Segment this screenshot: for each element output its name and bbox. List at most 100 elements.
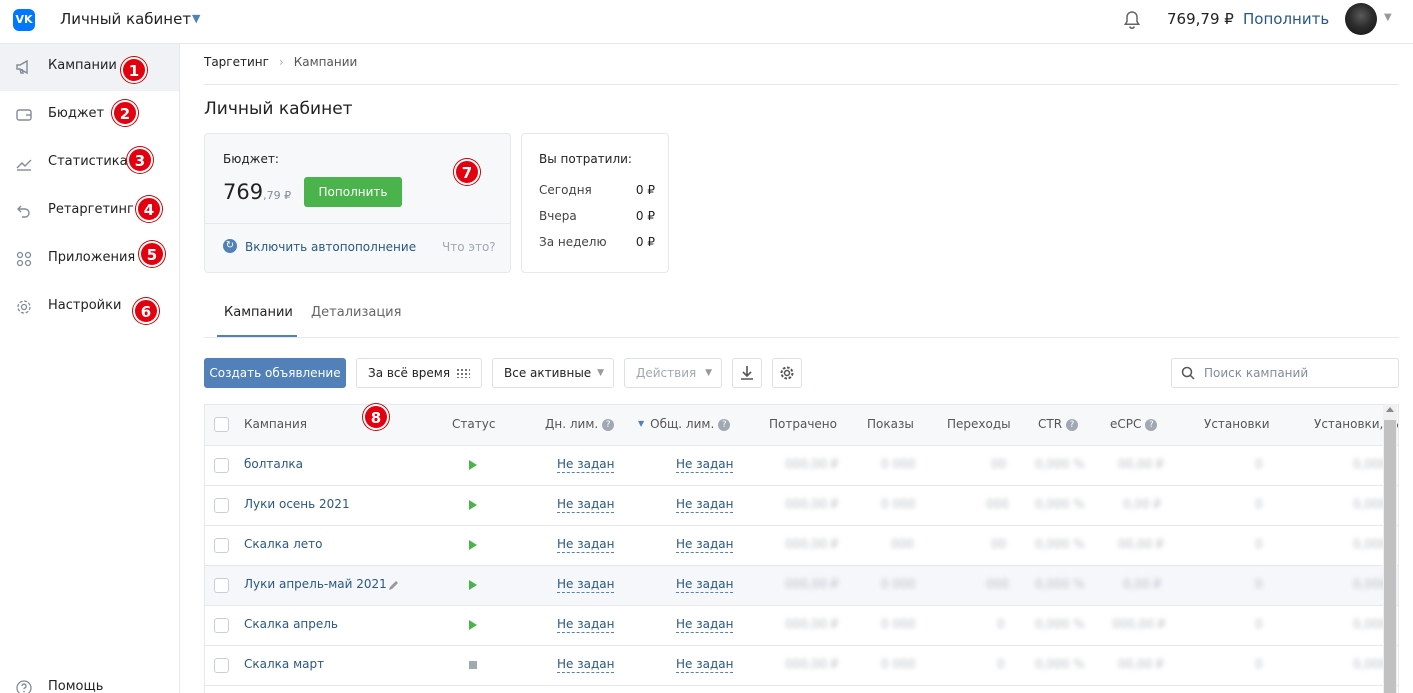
play-icon[interactable] [469, 460, 477, 470]
breadcrumb-current: Кампании [293, 55, 358, 69]
settings-button[interactable] [772, 358, 802, 388]
page-title: Личный кабинет [204, 99, 353, 119]
chevron-down-icon[interactable]: ▼ [1384, 12, 1392, 23]
campaigns-table: Кампания Статус Дн. лим.? ▼ Общ. лим.? По… [204, 404, 1399, 693]
sidebar-item-label: Настройки [48, 298, 122, 313]
row-checkbox[interactable] [214, 458, 229, 473]
breadcrumb-separator: › [278, 55, 284, 69]
column-header[interactable]: Кампания [244, 417, 307, 431]
spent-row: Сегодня 0 ₽ [539, 183, 655, 197]
header-topup-link[interactable]: Пополнить [1243, 10, 1329, 28]
topup-button[interactable]: Пополнить [304, 177, 402, 207]
actions-select[interactable]: Действия ▼ [624, 358, 722, 388]
sidebar-item-label: Кампании [48, 58, 117, 73]
column-header[interactable]: Установки [1204, 417, 1270, 431]
help-icon: ? [718, 419, 731, 431]
what-is-this-link[interactable]: Что это? [442, 240, 496, 254]
row-checkbox[interactable] [214, 578, 229, 593]
total-limit[interactable]: Не задан [676, 617, 734, 633]
header-balance: 769,79 ₽ [1167, 10, 1234, 28]
campaign-name[interactable]: Луки апрель-май 2021 [244, 577, 387, 591]
table-row[interactable]: Скалка лето Не задан Не задан 000,00 ₽ 0… [205, 526, 1398, 566]
period-select[interactable]: За всё время [356, 358, 482, 388]
day-limit[interactable]: Не задан [557, 657, 615, 673]
tab-details[interactable]: Детализация [311, 305, 401, 320]
campaign-name[interactable]: Луки осень 2021 [244, 497, 350, 511]
auto-topup-link[interactable]: Включить автопополнение [245, 240, 416, 254]
total-limit[interactable]: Не задан [676, 657, 734, 673]
bell-icon[interactable] [1121, 9, 1143, 31]
column-header[interactable]: ▼ Общ. лим.? [638, 417, 731, 431]
vk-logo-icon[interactable]: VK [13, 9, 35, 31]
hidden-value: 00,00 ₽ [1118, 457, 1164, 471]
column-header[interactable]: Потрачено [769, 417, 837, 431]
hidden-value: 0,00 ₽ [1123, 497, 1162, 511]
budget-label: Бюджет: [223, 152, 279, 166]
breadcrumb-parent[interactable]: Таргетинг [204, 55, 269, 69]
row-checkbox[interactable] [214, 498, 229, 513]
budget-value: 769,79 ₽ [223, 180, 292, 204]
column-header[interactable]: Показы [867, 417, 914, 431]
hidden-value: 0,000 % [1035, 537, 1085, 551]
day-limit[interactable]: Не задан [557, 617, 615, 633]
select-all-checkbox[interactable] [214, 417, 229, 432]
play-icon[interactable] [469, 500, 477, 510]
day-limit[interactable]: Не задан [557, 577, 615, 593]
day-limit[interactable]: Не задан [557, 457, 615, 473]
vertical-scrollbar[interactable] [1383, 404, 1397, 693]
sidebar-item-label: Статистика [48, 154, 128, 169]
total-limit[interactable]: Не задан [676, 457, 734, 473]
avatar[interactable] [1345, 3, 1377, 35]
scroll-thumb[interactable] [1384, 420, 1396, 693]
column-header[interactable]: Дн. лим.? [545, 417, 615, 431]
row-checkbox[interactable] [214, 618, 229, 633]
app-title[interactable]: Личный кабинет [60, 10, 191, 28]
spent-card: Вы потратили: Сегодня 0 ₽ Вчера 0 ₽ За нед… [521, 133, 669, 273]
total-limit[interactable]: Не задан [676, 537, 734, 553]
column-header[interactable]: Переходы [947, 417, 1011, 431]
total-limit[interactable]: Не задан [676, 497, 734, 513]
table-row[interactable]: Скалка апрель Не задан Не задан 000,00 ₽… [205, 606, 1398, 646]
sidebar-item-help[interactable]: Помощь [0, 672, 179, 693]
column-header[interactable]: CTR? [1038, 417, 1079, 431]
total-limit[interactable]: Не задан [676, 577, 734, 593]
tab-campaigns[interactable]: Кампании [224, 305, 293, 320]
day-limit[interactable]: Не задан [557, 537, 615, 553]
sidebar-item-label: Помощь [48, 679, 104, 693]
download-button[interactable] [732, 358, 762, 388]
table-row[interactable]: болталка Не задан Не задан 000,00 ₽ 0 00… [205, 446, 1398, 486]
stop-icon[interactable] [469, 661, 477, 669]
table-row[interactable]: Скалка март Не задан Не задан 000,00 ₽ 0… [205, 646, 1398, 686]
row-checkbox[interactable] [214, 658, 229, 673]
play-icon[interactable] [469, 540, 477, 550]
refresh-icon[interactable]: ↻ [223, 239, 237, 253]
day-limit[interactable]: Не задан [557, 497, 615, 513]
row-checkbox[interactable] [214, 538, 229, 553]
hidden-value: 0 [997, 617, 1005, 631]
sidebar-item-campaigns[interactable]: Кампании [0, 44, 179, 91]
column-header[interactable]: Статус [452, 417, 495, 431]
pencil-icon[interactable] [387, 578, 401, 592]
play-icon[interactable] [469, 580, 477, 590]
create-ad-button[interactable]: Создать объявление [204, 358, 346, 388]
hidden-value: 000,00 ₽ [785, 537, 839, 551]
table-row[interactable]: Луки осень 2021 Не задан Не задан 000,00… [205, 486, 1398, 526]
scroll-up-icon[interactable] [1386, 407, 1394, 412]
megaphone-icon [15, 58, 33, 76]
play-icon[interactable] [469, 620, 477, 630]
table-row[interactable]: Луки апрель-май 2021 Не задан Не задан 0… [205, 566, 1398, 606]
campaign-name[interactable]: Скалка март [244, 657, 324, 671]
chevron-down-icon[interactable]: ▼ [192, 12, 200, 25]
campaign-name[interactable]: Скалка апрель [244, 617, 338, 631]
hidden-value: 000,00 ₽ [785, 617, 839, 631]
hidden-value: 0,000 % [1035, 657, 1085, 671]
status-filter-select[interactable]: Все активные ▼ [492, 358, 614, 388]
hidden-value: 000 [891, 537, 914, 551]
tabs: Кампании Детализация [204, 296, 1399, 338]
campaign-name[interactable]: Скалка лето [244, 537, 322, 551]
campaign-name[interactable]: болталка [244, 457, 303, 471]
column-header[interactable]: eCPC? [1110, 417, 1158, 431]
search-input[interactable] [1204, 365, 1384, 381]
hidden-value: 0 000 [881, 657, 916, 671]
sidebar-item-budget[interactable]: Бюджет [0, 92, 179, 139]
